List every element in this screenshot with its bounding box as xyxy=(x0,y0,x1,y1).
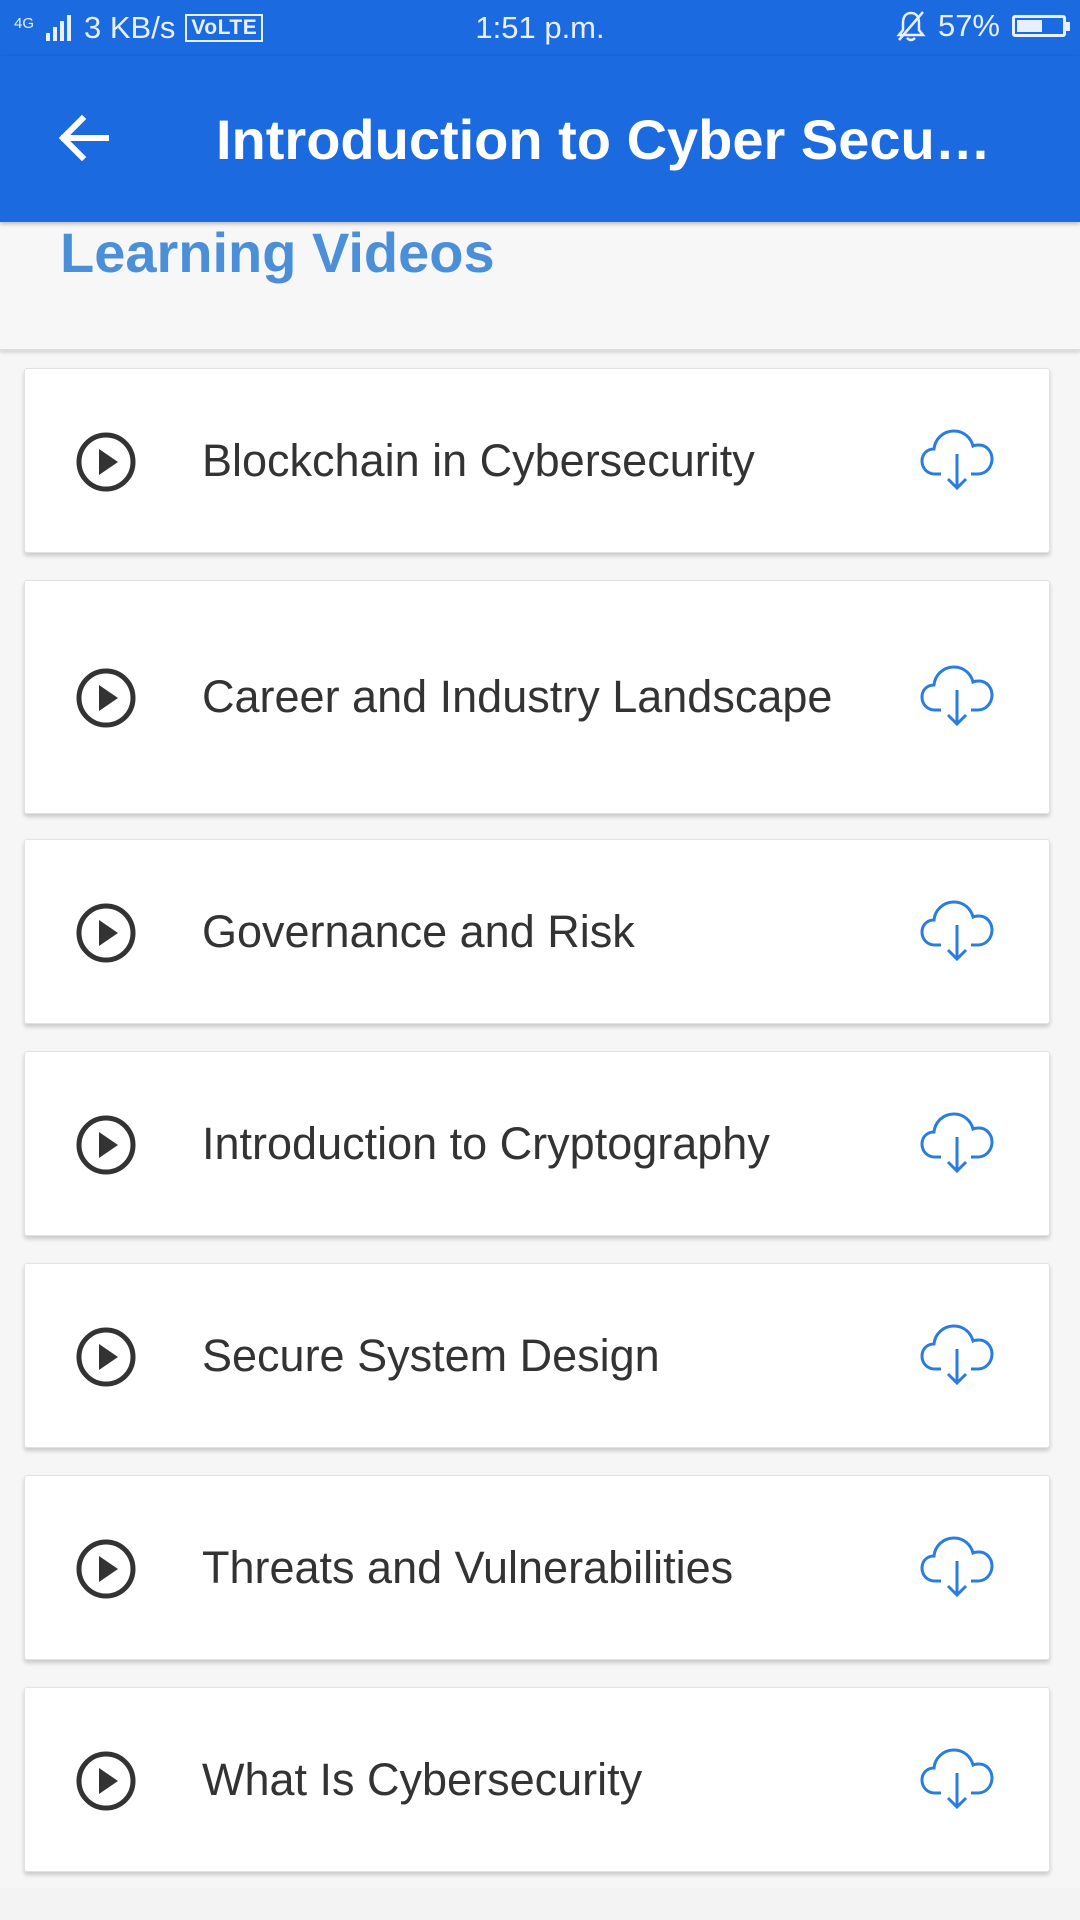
battery-percent: 57% xyxy=(937,8,1000,43)
video-item[interactable]: Career and Industry Landscape xyxy=(24,580,1050,814)
cloud-download-icon[interactable] xyxy=(919,897,995,963)
video-item[interactable]: Governance and Risk xyxy=(24,839,1050,1024)
section-header: Learning Videos xyxy=(0,222,1080,351)
page-title: Introduction to Cyber Securi... xyxy=(216,108,1006,171)
arrow-back-icon xyxy=(58,114,109,162)
play-circle-icon[interactable] xyxy=(75,1114,137,1176)
cloud-download-icon[interactable] xyxy=(919,1745,995,1811)
video-title: Blockchain in Cybersecurity xyxy=(202,435,755,486)
play-circle-icon[interactable] xyxy=(75,431,137,493)
video-item[interactable]: Blockchain in Cybersecurity xyxy=(24,368,1050,553)
video-item[interactable]: Secure System Design xyxy=(24,1263,1050,1448)
play-circle-icon[interactable] xyxy=(75,1750,137,1812)
video-title: What Is Cybersecurity xyxy=(202,1754,643,1805)
cloud-download-icon[interactable] xyxy=(919,1321,995,1387)
video-title: Introduction to Cryptography xyxy=(202,1118,770,1169)
battery-icon xyxy=(1012,15,1070,37)
video-title: Career and Industry Landscape xyxy=(202,671,833,722)
play-circle-icon[interactable] xyxy=(75,1538,137,1600)
play-circle-icon[interactable] xyxy=(75,902,137,964)
video-item[interactable]: What Is Cybersecurity xyxy=(24,1687,1050,1872)
section-title: Learning Videos xyxy=(60,221,495,284)
video-title: Threats and Vulnerabilities xyxy=(202,1542,734,1593)
video-title: Secure System Design xyxy=(202,1330,660,1381)
cloud-download-icon[interactable] xyxy=(919,1109,995,1175)
video-title: Governance and Risk xyxy=(202,906,635,957)
status-bar: 4G 3 KB/s VoLTE 1:51 p.m. 57% xyxy=(0,0,1080,56)
video-item[interactable]: Threats and Vulnerabilities xyxy=(24,1475,1050,1660)
cloud-download-icon[interactable] xyxy=(919,662,995,728)
video-item[interactable]: Introduction to Cryptography xyxy=(24,1051,1050,1236)
app-bar: Introduction to Cyber Securi... xyxy=(0,56,1080,222)
battery-fill xyxy=(1017,20,1042,32)
cloud-download-icon[interactable] xyxy=(919,1533,995,1599)
play-circle-icon[interactable] xyxy=(75,1326,137,1388)
cloud-download-icon[interactable] xyxy=(919,426,995,492)
bottom-strip xyxy=(0,1888,1080,1920)
notifications-off-icon xyxy=(896,11,926,42)
status-right: 57% xyxy=(896,8,1070,44)
back-button[interactable] xyxy=(52,106,116,170)
play-circle-icon[interactable] xyxy=(75,667,137,729)
